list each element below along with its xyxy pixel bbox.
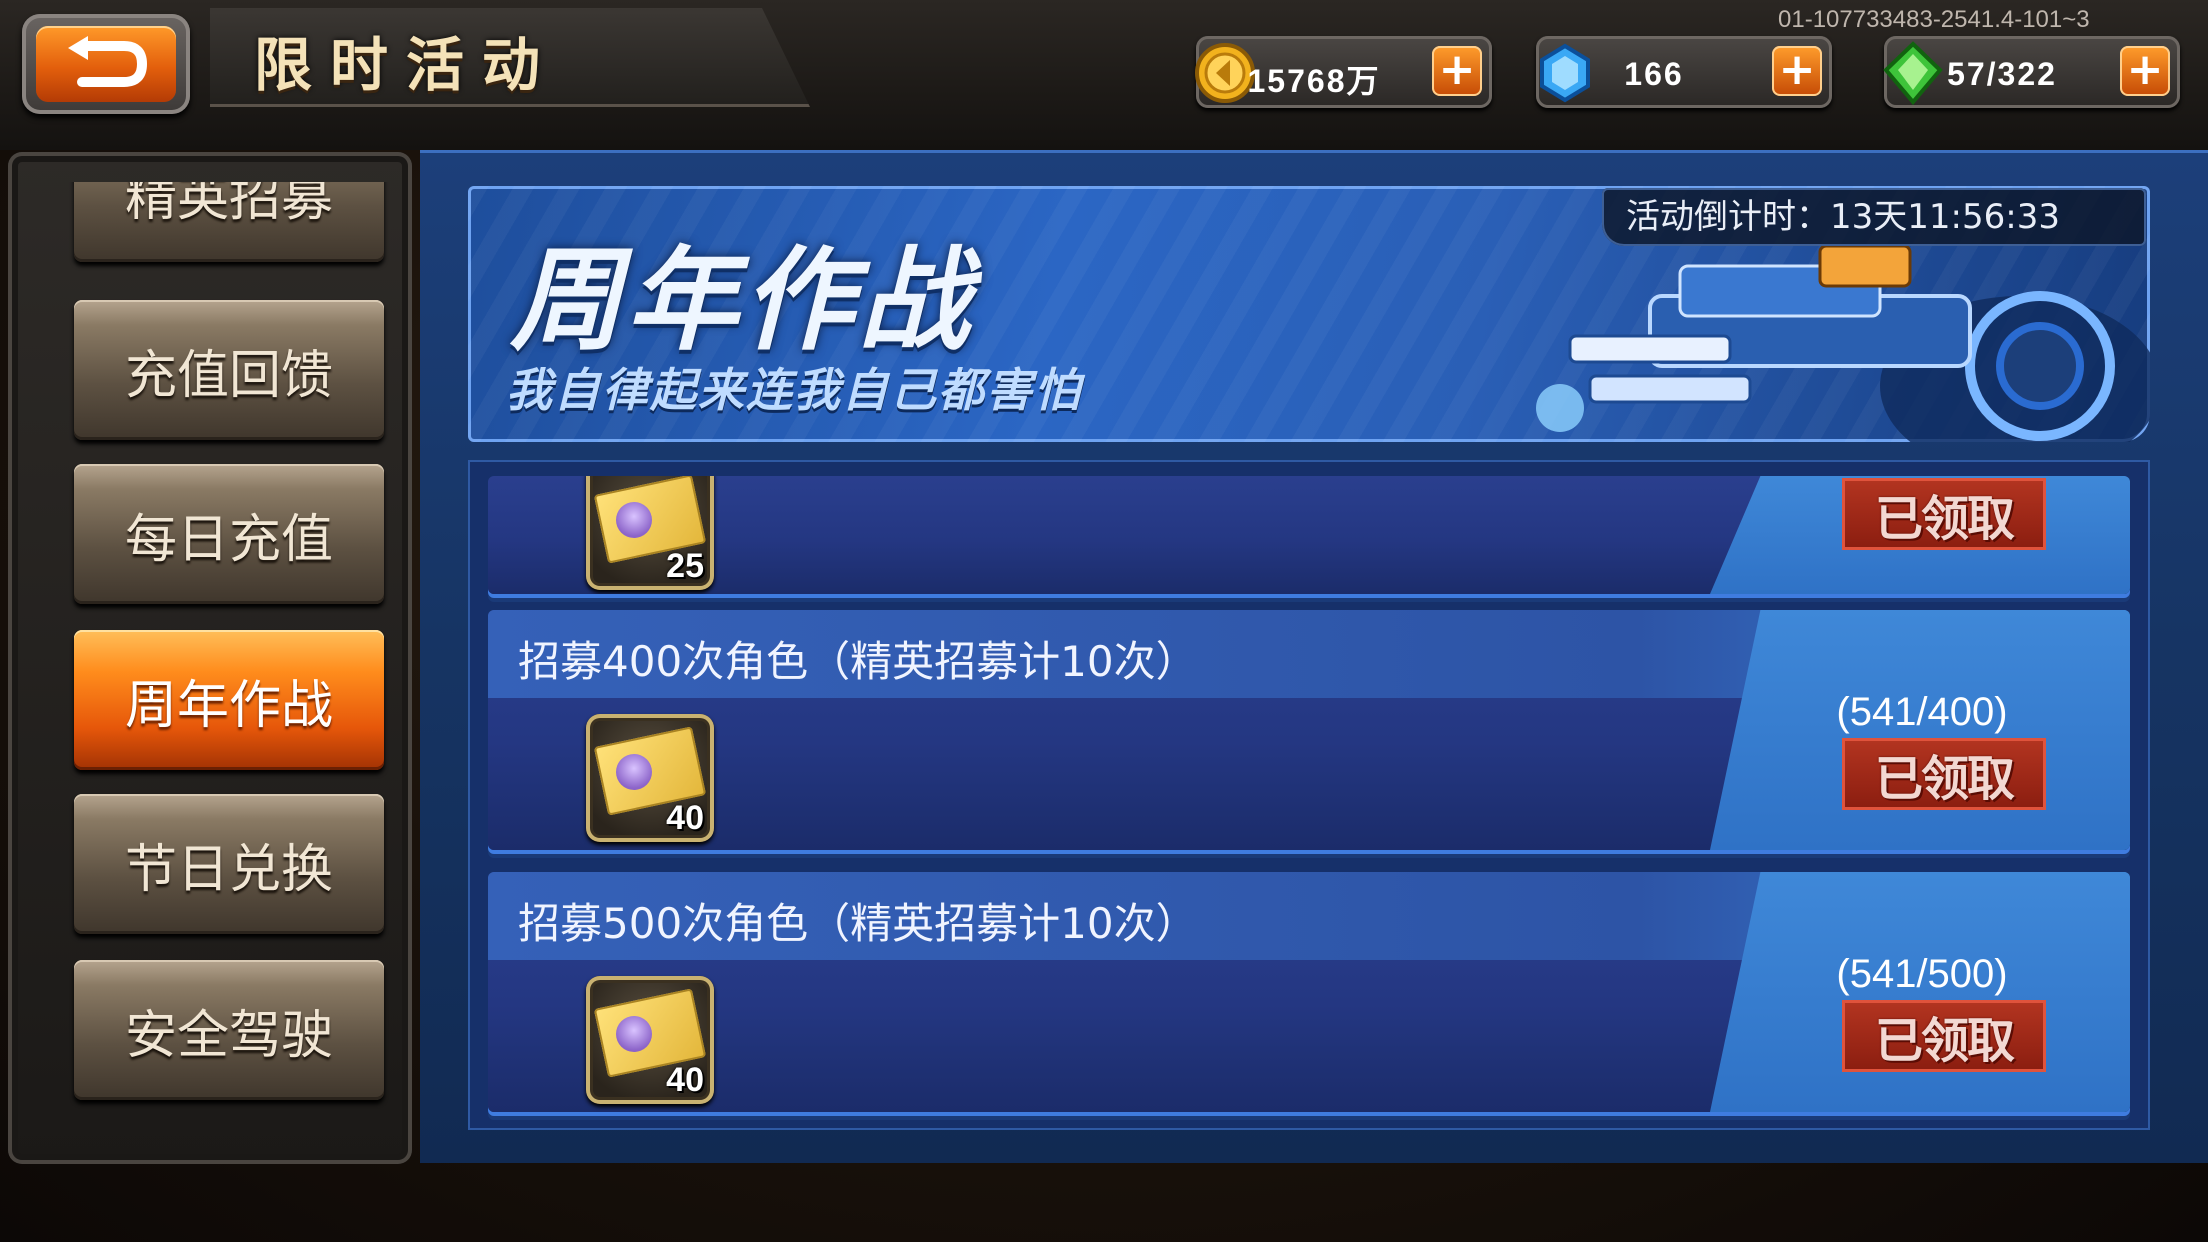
claimed-button[interactable]: 已领取 (1842, 478, 2046, 550)
banner-title: 周年作战 (510, 236, 974, 366)
energy-add-button[interactable]: + (2120, 46, 2170, 96)
ticket-face (616, 1016, 652, 1052)
task-title: 招募500次角色（精英招募计10次） (518, 899, 1198, 948)
page-title: 限时活动 (254, 31, 559, 99)
sidebar-item-recharge-feedback[interactable]: 充值回馈 (74, 300, 384, 440)
countdown-timer: 活动倒计时：13天11:56:33 (1602, 188, 2146, 246)
sidebar-scroll-area[interactable]: 精英招募 充值回馈 每日充值 周年作战 节日兑换 安全驾驶 (64, 182, 394, 1122)
energy-value: 57/322 (1947, 56, 2057, 92)
back-button[interactable] (22, 14, 190, 114)
task-list[interactable]: 25 已领取 招募400次角色（精英招募计10次） (541/400) 40 已… (468, 460, 2150, 1130)
reward-ticket-icon[interactable]: 40 (586, 714, 714, 842)
build-id-label: 01-107733483-2541.4-101~3 (1778, 6, 2090, 33)
claimed-button[interactable]: 已领取 (1842, 738, 2046, 810)
energy-resource: 57/322 + (1883, 36, 2180, 108)
ticket-face (616, 502, 652, 538)
reward-count: 40 (666, 799, 704, 837)
back-button-face[interactable] (36, 26, 176, 102)
reward-count: 25 (666, 547, 704, 585)
claimed-button[interactable]: 已领取 (1842, 1000, 2046, 1072)
reward-ticket-icon[interactable]: 40 (586, 976, 714, 1104)
gem-add-button[interactable]: + (1772, 46, 1822, 96)
gem-value: 166 (1624, 56, 1684, 92)
sidebar-item-safe-driving[interactable]: 安全驾驶 (74, 960, 384, 1100)
sidebar-item-festival-exchange[interactable]: 节日兑换 (74, 794, 384, 934)
activity-sidebar: 精英招募 充值回馈 每日充值 周年作战 节日兑换 安全驾驶 (8, 152, 412, 1164)
gold-resource: 15768万 + (1195, 36, 1492, 108)
banner-subtitle: 我自律起来连我自己都害怕 (506, 363, 1082, 417)
task-progress: (541/500) (1836, 952, 2008, 996)
task-card: 招募400次角色（精英招募计10次） (541/400) 40 已领取 (488, 610, 2130, 850)
reward-ticket-icon[interactable]: 25 (586, 476, 714, 590)
ticket-face (616, 754, 652, 790)
task-title: 招募400次角色（精英招募计10次） (518, 637, 1198, 686)
sidebar-item-daily-recharge[interactable]: 每日充值 (74, 464, 384, 604)
task-card: 25 已领取 (488, 476, 2130, 594)
reward-count: 40 (666, 1061, 704, 1099)
task-card: 招募500次角色（精英招募计10次） (541/500) 40 已领取 (488, 872, 2130, 1112)
back-arrow-icon (68, 36, 148, 87)
sidebar-item-elite-recruit[interactable]: 精英招募 (74, 182, 384, 262)
gold-add-button[interactable]: + (1432, 46, 1482, 96)
task-progress: (541/400) (1836, 690, 2008, 734)
gold-value: 15768万 (1247, 63, 1381, 99)
sidebar-item-anniversary-battle[interactable]: 周年作战 (74, 630, 384, 770)
gem-resource: 166 + (1536, 36, 1832, 108)
